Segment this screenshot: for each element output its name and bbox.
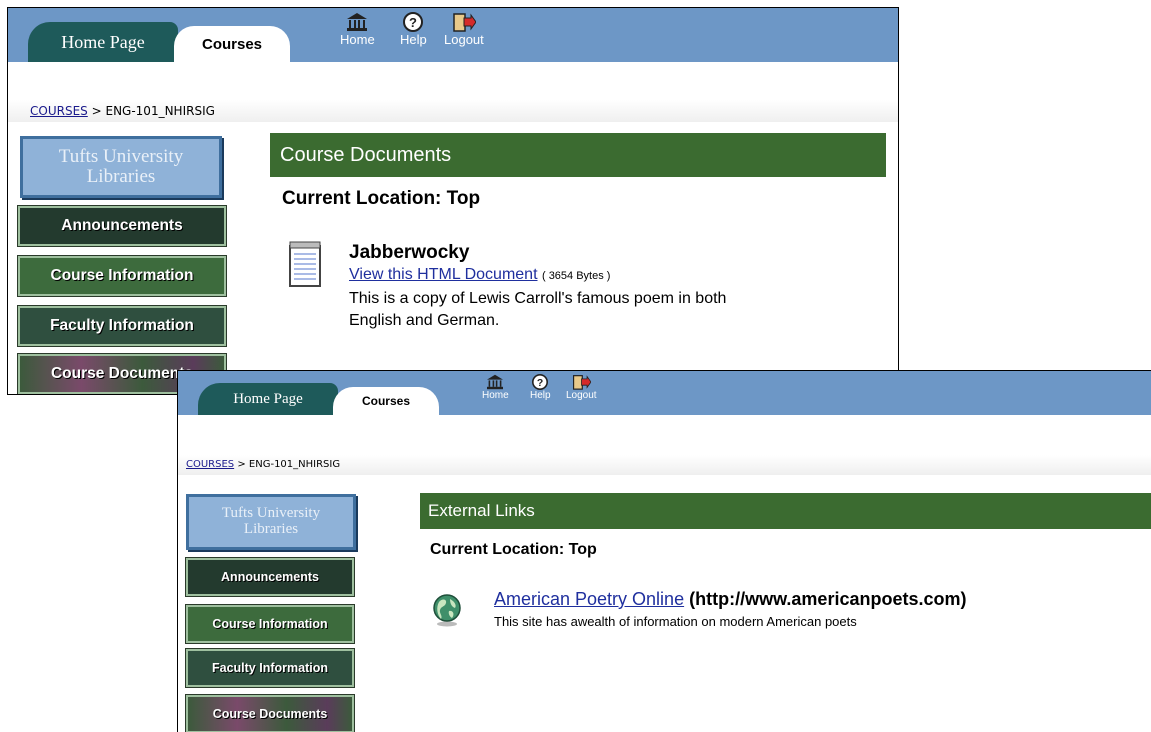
tufts-libraries-button[interactable]: Tufts University Libraries: [20, 136, 222, 198]
document-icon: [289, 241, 321, 287]
link-url: (http://www.americanpoets.com): [689, 589, 967, 609]
current-location: Current Location: Top: [430, 541, 597, 558]
libraries-line1: Tufts University: [58, 146, 184, 168]
logout-label: Logout: [566, 390, 597, 401]
breadcrumb-courses-link[interactable]: COURSES: [186, 459, 234, 470]
section-header: External Links: [420, 493, 1151, 529]
libraries-line2: Libraries: [243, 521, 299, 537]
logout-label: Logout: [444, 32, 484, 47]
breadcrumb-separator: >: [91, 104, 102, 118]
section-header: Course Documents: [270, 133, 886, 177]
tab-home-page[interactable]: Home Page: [28, 22, 178, 62]
help-icon: ?: [532, 374, 549, 390]
link-row: American Poetry Online (http://www.ameri…: [494, 589, 966, 610]
item-description-line2: English and German.: [349, 312, 500, 329]
nav-faculty-information[interactable]: Faculty Information: [185, 648, 355, 688]
help-label: Help: [400, 32, 427, 47]
home-label: Home: [482, 390, 509, 401]
topbar-curve: [8, 62, 898, 82]
help-button[interactable]: ? Help: [400, 12, 427, 47]
american-poetry-online-link[interactable]: American Poetry Online: [494, 589, 684, 609]
nav-announcements[interactable]: Announcements: [17, 205, 227, 247]
course-documents-screenshot: Home Page Courses Home ? Help Logout COU…: [7, 7, 899, 395]
item-size: ( 3654 Bytes ): [541, 270, 611, 282]
home-icon: [347, 13, 368, 31]
globe-icon: [433, 594, 461, 627]
tufts-libraries-button[interactable]: Tufts University Libraries: [186, 494, 356, 550]
nav-course-documents[interactable]: Course Documents: [185, 694, 355, 732]
current-location: Current Location: Top: [282, 188, 481, 209]
tab-courses[interactable]: Courses: [333, 387, 439, 415]
nav-faculty-information[interactable]: Faculty Information: [17, 305, 227, 347]
item-description-line1: This is a copy of Lewis Carroll's famous…: [349, 290, 727, 307]
item-link-row: View this HTML Document ( 3654 Bytes ): [349, 266, 610, 284]
logout-icon: [453, 13, 476, 32]
help-icon: ?: [403, 12, 424, 32]
libraries-line2: Libraries: [86, 166, 156, 187]
tab-home-page[interactable]: Home Page: [198, 383, 338, 415]
view-html-document-link[interactable]: View this HTML Document: [349, 266, 538, 283]
item-description: This is a copy of Lewis Carroll's famous…: [349, 288, 726, 332]
home-button[interactable]: Home: [482, 374, 509, 401]
logout-icon: [572, 375, 591, 390]
breadcrumb: COURSES > ENG-101_NHIRSIG: [8, 100, 898, 122]
logout-button[interactable]: Logout: [444, 12, 484, 47]
nav-announcements[interactable]: Announcements: [185, 557, 355, 597]
home-label: Home: [340, 32, 375, 47]
item-title: Jabberwocky: [349, 242, 470, 263]
breadcrumb-current: ENG-101_NHIRSIG: [248, 459, 341, 470]
home-icon: [487, 374, 504, 390]
libraries-line1: Tufts University: [221, 505, 321, 522]
breadcrumb-separator: >: [237, 459, 246, 470]
tab-courses[interactable]: Courses: [174, 26, 290, 62]
breadcrumb-courses-link[interactable]: COURSES: [30, 104, 88, 118]
link-description: This site has awealth of information on …: [494, 614, 857, 629]
home-button[interactable]: Home: [340, 12, 375, 47]
breadcrumb-current: ENG-101_NHIRSIG: [105, 104, 215, 118]
help-button[interactable]: ? Help: [530, 374, 551, 401]
svg-text:?: ?: [537, 378, 543, 389]
nav-course-information[interactable]: Course Information: [17, 255, 227, 297]
help-label: Help: [530, 390, 551, 401]
topbar-curve: [178, 415, 1151, 431]
external-links-screenshot: Home Page Courses Home ? Help Logout COU…: [177, 370, 1151, 732]
breadcrumb: COURSES > ENG-101_NHIRSIG: [178, 455, 1151, 475]
nav-course-information[interactable]: Course Information: [185, 604, 355, 644]
svg-text:?: ?: [409, 15, 417, 30]
logout-button[interactable]: Logout: [566, 374, 597, 401]
